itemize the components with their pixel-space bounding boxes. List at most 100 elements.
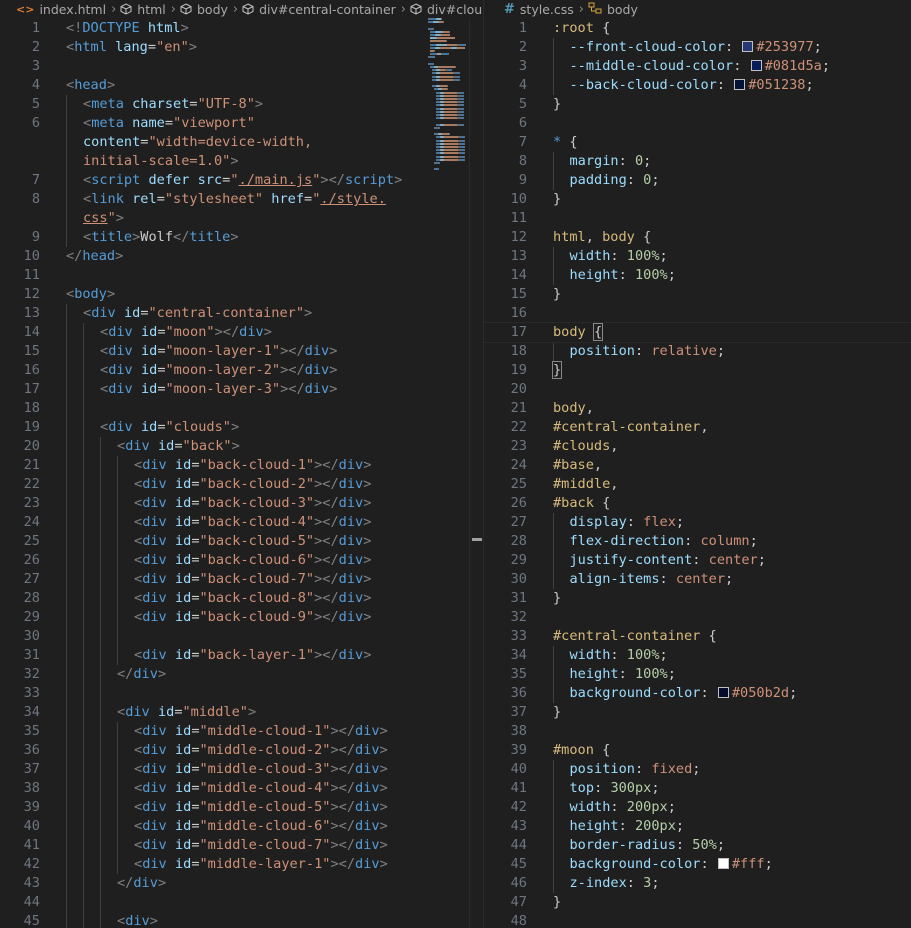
scrollbar-thumb-marker[interactable]	[472, 538, 482, 541]
code-token: div	[338, 476, 364, 492]
code-token: ></	[314, 552, 339, 568]
line-number: 40	[23, 818, 40, 834]
code-token: >	[247, 704, 257, 720]
code-token: div	[142, 609, 167, 625]
line-number: 36	[23, 742, 40, 758]
code-token: 50	[692, 837, 709, 853]
minimap-line	[443, 21, 444, 24]
code-text: #middle,	[553, 475, 618, 494]
code-token: </	[66, 248, 83, 264]
minimap-line	[465, 43, 466, 46]
indent-guide	[117, 760, 118, 779]
indent-guide	[66, 532, 67, 551]
indent-guide	[66, 741, 67, 760]
line-number: 23	[510, 438, 527, 454]
code-token: }	[553, 96, 562, 112]
minimap-line	[447, 88, 448, 91]
code-token: id	[174, 552, 192, 568]
line-number: 28	[510, 533, 527, 549]
code-token: #253977	[756, 39, 814, 55]
minimap-line	[433, 27, 434, 30]
breadcrumb-item[interactable]: <> index.html	[16, 2, 106, 17]
code-token: div	[142, 780, 167, 796]
html-editor-pane[interactable]: <> index.html › html › body › div#central-conta…	[0, 0, 483, 928]
code-text: padding: 0;	[570, 171, 660, 190]
code-text: #moon {	[553, 741, 610, 760]
code-token: =	[191, 590, 200, 606]
code-token: <	[134, 590, 143, 606]
code-token: width	[569, 647, 611, 663]
code-token: center	[675, 571, 726, 587]
code-text: <div id="back-cloud-1"></div>	[134, 456, 371, 475]
minimap-line	[459, 72, 460, 75]
code-token: =	[157, 419, 166, 435]
breadcrumb-item[interactable]: body	[180, 2, 228, 17]
code-token: 200	[634, 818, 660, 834]
line-number: 48	[510, 913, 527, 928]
breadcrumb-label: style.css	[519, 1, 574, 17]
element-cube-icon	[242, 3, 254, 15]
minimap-line	[440, 46, 451, 49]
indent-guide	[66, 608, 67, 627]
code-token: id	[140, 324, 158, 340]
code-token: :	[618, 153, 635, 169]
code-text: </div>	[117, 874, 166, 893]
code-token: div	[355, 837, 380, 853]
code-token: "moon"	[165, 324, 215, 340]
indent-guide	[553, 57, 554, 76]
code-token: ;	[659, 248, 668, 264]
code-token: div	[125, 913, 150, 928]
code-text: <div id="middle-cloud-6"></div>	[134, 817, 388, 836]
breadcrumb-item[interactable]: html	[120, 2, 166, 17]
selector-icon	[588, 2, 602, 17]
code-text: initial-scale=1.0">	[83, 152, 239, 171]
line-number: 24	[23, 514, 40, 530]
code-token: "middle-cloud-1"	[199, 723, 331, 739]
minimap-line	[440, 78, 453, 81]
code-token: div	[142, 457, 167, 473]
line-number: 29	[23, 609, 40, 625]
vertical-scrollbar[interactable]	[469, 18, 483, 928]
code-token: >	[363, 533, 372, 549]
code-token: >	[115, 210, 124, 226]
code-token: <	[134, 495, 143, 511]
code-token: px	[651, 799, 668, 815]
code-token: =	[191, 647, 200, 663]
minimap-line	[458, 46, 465, 49]
css-editor-pane[interactable]: # style.css › body 1:root {2 --front-cloud-c…	[484, 0, 911, 928]
indent-guide	[66, 380, 67, 399]
code-text: <div>	[117, 912, 158, 928]
indent-guide	[83, 551, 84, 570]
css-file-icon: #	[504, 1, 515, 17]
breadcrumb-item[interactable]: # style.css	[504, 2, 574, 17]
indent-guide	[553, 855, 554, 874]
code-text: <div id="back-cloud-7"></div>	[134, 570, 371, 589]
indent-guide	[83, 627, 84, 646]
code-token: id	[174, 457, 192, 473]
breadcrumb-item[interactable]: body	[588, 2, 638, 17]
code-token: body	[553, 400, 586, 416]
code-token: "moon-layer-3"	[165, 381, 281, 397]
breadcrumb-item[interactable]: div#central-container	[242, 2, 396, 17]
indent-guide	[117, 475, 118, 494]
code-token: div	[108, 381, 133, 397]
line-number: 20	[510, 381, 527, 397]
code-token: :	[626, 172, 644, 188]
code-token: >	[379, 761, 388, 777]
minimap-line	[448, 43, 456, 46]
chevron-right-icon: ›	[232, 1, 239, 17]
minimap-line	[444, 136, 458, 139]
code-token: ;	[821, 58, 831, 74]
chevron-right-icon: ›	[170, 1, 176, 17]
code-token: %	[708, 837, 717, 853]
minimap[interactable]	[424, 18, 470, 198]
breadcrumb-item[interactable]: div#clouds	[410, 2, 483, 17]
code-token: <	[134, 856, 143, 872]
code-token: id	[140, 419, 158, 435]
code-token: }	[553, 286, 562, 302]
